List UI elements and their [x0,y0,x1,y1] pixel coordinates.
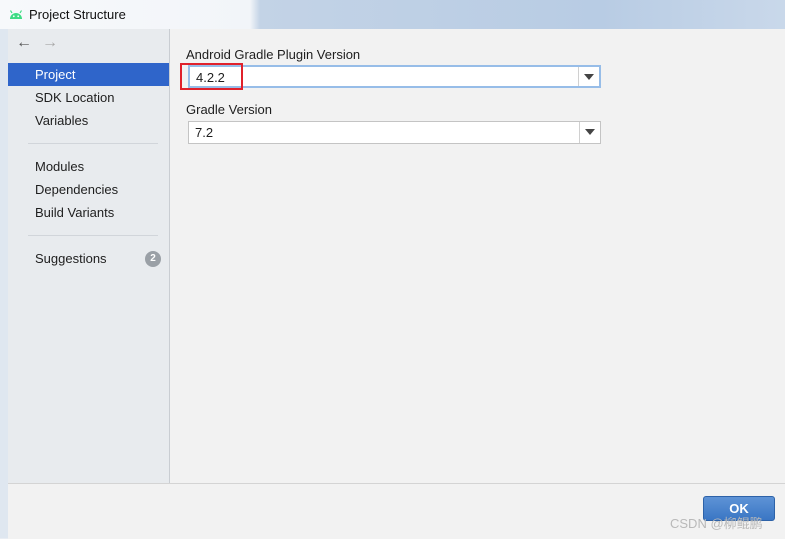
suggestions-count-badge: 2 [145,251,161,267]
arrow-left-icon[interactable]: ← [16,35,32,51]
sidebar-item-label: Build Variants [35,205,115,220]
sidebar-item-label: Variables [35,113,89,128]
nav-bar: ← → [8,29,169,59]
sidebar-item-build-variants[interactable]: Build Variants [8,201,169,224]
main-panel: Android Gradle Plugin Version 4.2.2 Grad… [170,29,785,483]
sidebar-item-sdk-location[interactable]: SDK Location [8,86,169,109]
plugin-version-dropdown-button[interactable] [578,67,599,86]
sidebar-item-label: Modules [35,159,85,174]
sidebar-item-label: Project [35,67,76,82]
gradle-version-dropdown-button[interactable] [579,122,600,143]
sidebar-item-label: Suggestions [35,251,107,266]
window-title: Project Structure [29,7,126,22]
sidebar-item-label: SDK Location [35,90,115,105]
chevron-down-icon [585,129,595,135]
sidebar-item-dependencies[interactable]: Dependencies [8,178,169,201]
sidebar-item-modules[interactable]: Modules [8,155,169,178]
window-frame-left [0,29,8,538]
annotation-highlight-box [180,63,243,90]
chevron-down-icon [584,74,594,80]
sidebar: ← → Project SDK Location Variables Modul… [8,29,170,483]
arrow-right-icon[interactable]: → [42,35,58,51]
plugin-version-label: Android Gradle Plugin Version [186,47,361,62]
project-structure-window: Project Structure ← → Project SDK Locati… [0,0,785,539]
sidebar-divider [28,235,158,236]
sidebar-item-label: Dependencies [35,182,119,197]
title-bar: Project Structure [0,0,785,29]
sidebar-item-project[interactable]: Project [8,63,169,86]
dialog-button-bar: OK [8,483,785,539]
watermark: CSDN @柳鲲鹏 [670,516,763,531]
android-icon [9,10,23,19]
plugin-version-combo[interactable]: 4.2.2 [188,65,601,88]
sidebar-divider [28,143,158,144]
gradle-version-label: Gradle Version [186,102,272,117]
sidebar-item-suggestions[interactable]: Suggestions 2 [8,247,169,270]
sidebar-item-variables[interactable]: Variables [8,109,169,132]
gradle-version-value: 7.2 [195,125,214,140]
gradle-version-combo[interactable]: 7.2 [188,121,601,144]
